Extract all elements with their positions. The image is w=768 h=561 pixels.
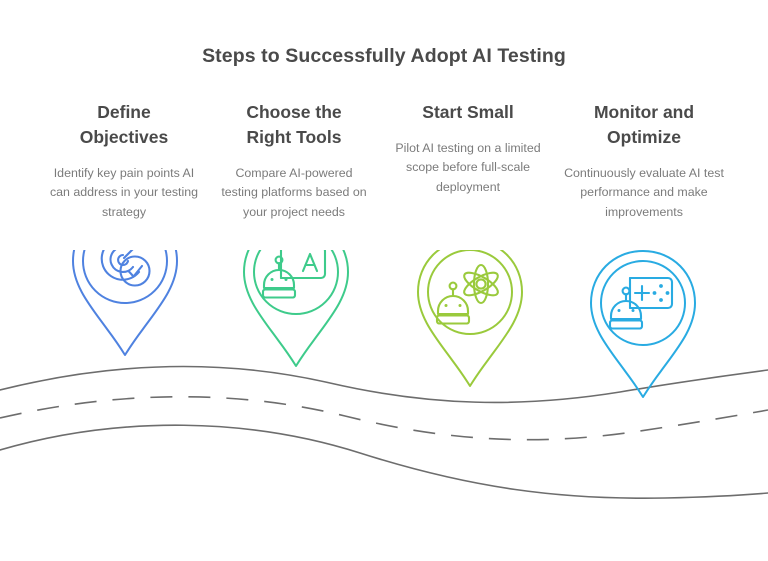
- step-heading-1: Define Objectives: [49, 100, 199, 150]
- road-center-dashed-line: [0, 395, 768, 441]
- road-bottom-edge: [0, 424, 768, 500]
- target-arrow-check-icon: [100, 250, 151, 287]
- step-description-4: Continuously evaluate AI test performanc…: [564, 165, 724, 219]
- step-heading-3: Start Small: [393, 100, 543, 125]
- step-heading-1-line2: Objectives: [79, 126, 169, 147]
- step-heading-4-line1: Monitor and: [593, 102, 695, 122]
- robot-dashboard-screen-icon: [608, 276, 674, 330]
- step-heading-2-line1: Choose the: [246, 102, 342, 122]
- pin-2-outer-outline: [243, 250, 349, 367]
- road-top-edge: [0, 365, 768, 404]
- step-heading-2: Choose the Right Tools: [219, 100, 369, 150]
- road-group: [0, 365, 768, 500]
- step-column-3: Start Small Pilot AI testing on a limite…: [393, 100, 543, 198]
- road-and-pins-scene: [0, 250, 768, 561]
- step-column-2: Choose the Right Tools Compare AI-powere…: [219, 100, 369, 222]
- step-column-1: Define Objectives Identify key pain poin…: [49, 100, 199, 222]
- infographic-canvas: Steps to Successfully Adopt AI Testing D…: [0, 0, 768, 561]
- robot-atom-icon: [435, 263, 499, 325]
- step-heading-2-line2: Right Tools: [246, 126, 342, 147]
- page-title: Steps to Successfully Adopt AI Testing: [202, 45, 566, 67]
- step-heading-3-line1: Start Small: [422, 102, 514, 122]
- step-description-3: Pilot AI testing on a limited scope befo…: [395, 140, 541, 195]
- step-heading-4: Monitor and Optimize: [564, 100, 724, 150]
- map-pin-3[interactable]: [417, 250, 523, 387]
- step-column-4: Monitor and Optimize Continuously evalua…: [564, 100, 724, 222]
- map-pin-1[interactable]: [72, 250, 178, 356]
- step-heading-4-line2: Optimize: [607, 126, 681, 147]
- step-description-2: Compare AI-powered testing platforms bas…: [221, 165, 367, 219]
- step-heading-1-line1: Define: [97, 102, 151, 122]
- map-pin-2[interactable]: [243, 250, 349, 367]
- map-pin-4[interactable]: [590, 250, 696, 398]
- step-description-1: Identify key pain points AI can address …: [49, 165, 199, 219]
- robot-screen-letter-a-icon: [261, 250, 327, 299]
